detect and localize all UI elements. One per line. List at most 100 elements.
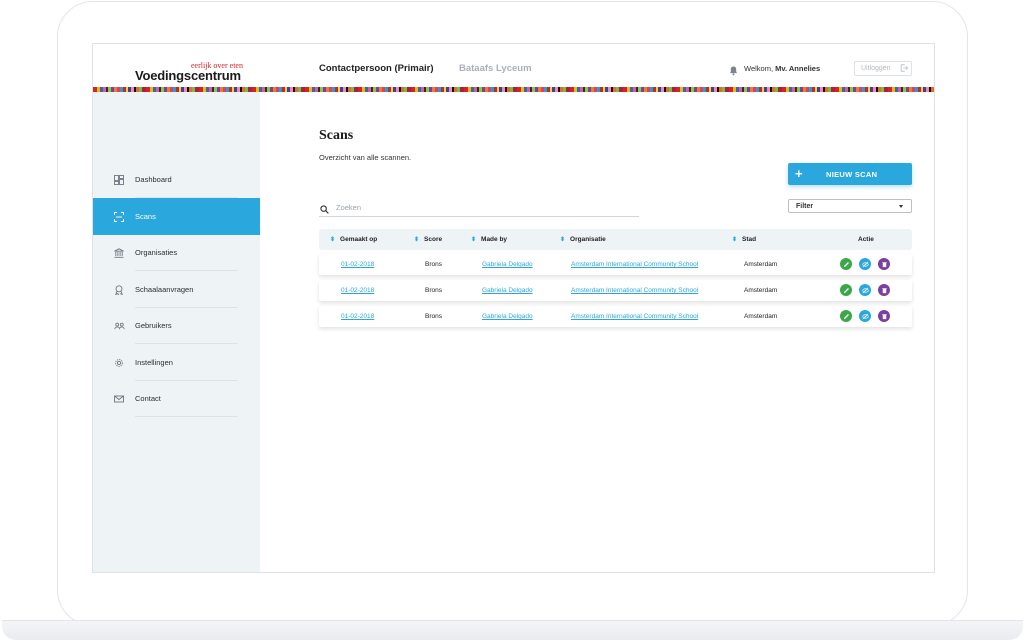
column-header-stad[interactable]: ⬍ Stad xyxy=(732,236,756,243)
trash-icon xyxy=(881,313,887,319)
scan-icon xyxy=(114,211,124,222)
nav-organisation[interactable]: Bataafs Lyceum xyxy=(459,63,532,74)
table-header: ⬍ Gemaakt op ⬍ Score ⬍ Made by ⬍ Organisatie… xyxy=(319,229,912,250)
pencil-icon xyxy=(843,287,849,293)
organisatie-link[interactable]: Amsterdam International Community School xyxy=(571,287,698,294)
made-by-link[interactable]: Gabriela Delgado xyxy=(482,287,533,294)
sidebar-item-label: Schaalaanvragen xyxy=(135,285,194,294)
organisatie-link[interactable]: Amsterdam International Community School xyxy=(571,313,698,320)
sidebar: Dashboard Scans Organisaties Schaalaanvr… xyxy=(93,92,260,572)
sidebar-item-instellingen[interactable]: Instellingen xyxy=(93,344,260,381)
table-row: 01-02-2018 Brons Gabriela Delgado Amster… xyxy=(319,306,912,327)
sidebar-item-label: Gebruikers xyxy=(135,321,172,330)
top-header: eerlijk over eten Voedingscentrum Contac… xyxy=(93,44,934,88)
sort-icon: ⬍ xyxy=(560,237,566,243)
chevron-down-icon xyxy=(899,205,903,208)
sidebar-item-label: Dashboard xyxy=(135,175,172,184)
date-link[interactable]: 01-02-2018 xyxy=(341,261,374,268)
column-header-date[interactable]: ⬍ Gemaakt op xyxy=(330,236,377,243)
column-header-label: Made by xyxy=(481,236,508,243)
eye-off-icon xyxy=(861,313,869,319)
sidebar-item-label: Contact xyxy=(135,394,161,403)
organisatie-link[interactable]: Amsterdam International Community School xyxy=(571,261,698,268)
trash-icon xyxy=(881,287,887,293)
sort-icon: ⬍ xyxy=(414,237,420,243)
column-header-label: Organisatie xyxy=(570,236,606,243)
bell-icon[interactable] xyxy=(729,63,738,76)
sidebar-item-label: Organisaties xyxy=(135,248,178,257)
app-window: eerlijk over eten Voedingscentrum Contac… xyxy=(92,43,935,573)
view-button[interactable] xyxy=(859,284,871,296)
sidebar-item-label: Instellingen xyxy=(135,358,173,367)
logout-button[interactable]: Uitloggen xyxy=(854,61,912,76)
made-by-link[interactable]: Gabriela Delgado xyxy=(482,261,533,268)
dashboard-icon xyxy=(114,174,124,185)
delete-button[interactable] xyxy=(878,310,890,322)
sidebar-item-dashboard[interactable]: Dashboard xyxy=(93,161,260,198)
edit-button[interactable] xyxy=(840,258,852,270)
view-button[interactable] xyxy=(859,310,871,322)
sidebar-item-label: Scans xyxy=(135,212,156,221)
column-header-made-by[interactable]: ⬍ Made by xyxy=(471,236,507,243)
main-content: Scans Overzicht van alle scannen. + NIEU… xyxy=(260,92,934,572)
column-header-label: Stad xyxy=(742,236,757,243)
stad-cell: Amsterdam xyxy=(744,261,778,268)
sidebar-item-organisaties[interactable]: Organisaties xyxy=(93,234,260,271)
filter-label: Filter xyxy=(796,202,814,210)
page-title: Scans xyxy=(319,128,354,143)
pencil-icon xyxy=(843,261,849,267)
search-input[interactable] xyxy=(336,200,626,214)
table-row: 01-02-2018 Brons Gabriela Delgado Amster… xyxy=(319,254,912,275)
column-header-label: Gemaakt op xyxy=(340,236,378,243)
welcome-user-name: Mv. Annelies xyxy=(775,64,821,73)
bank-icon xyxy=(114,247,124,258)
score-cell: Brons xyxy=(425,261,442,268)
sidebar-item-schaalaanvragen[interactable]: Schaalaanvragen xyxy=(93,271,260,308)
welcome-text: Welkom, Mv. Annelies xyxy=(744,64,820,73)
eye-off-icon xyxy=(861,261,869,267)
sidebar-item-scans[interactable]: Scans xyxy=(93,198,260,235)
new-scan-label: NIEUW SCAN xyxy=(826,169,878,179)
filter-select[interactable]: Filter xyxy=(788,199,912,213)
column-header-organisatie[interactable]: ⬍ Organisatie xyxy=(560,236,606,243)
page-subtitle: Overzicht van alle scannen. xyxy=(319,153,412,162)
sidebar-item-contact[interactable]: Contact xyxy=(93,380,260,417)
logout-icon xyxy=(900,63,908,74)
edit-button[interactable] xyxy=(840,284,852,296)
laptop-base xyxy=(2,620,1023,640)
award-icon xyxy=(114,284,124,295)
welcome-prefix: Welkom, xyxy=(744,64,774,73)
new-scan-button[interactable]: + NIEUW SCAN xyxy=(788,163,912,185)
delete-button[interactable] xyxy=(878,258,890,270)
stad-cell: Amsterdam xyxy=(744,313,778,320)
stad-cell: Amsterdam xyxy=(744,287,778,294)
table-row: 01-02-2018 Brons Gabriela Delgado Amster… xyxy=(319,280,912,301)
sidebar-divider xyxy=(135,416,238,417)
column-header-label: Score xyxy=(424,236,443,243)
date-link[interactable]: 01-02-2018 xyxy=(341,313,374,320)
nav-contactpersoon[interactable]: Contactpersoon (Primair) xyxy=(319,63,434,74)
column-header-score[interactable]: ⬍ Score xyxy=(414,236,442,243)
delete-button[interactable] xyxy=(878,284,890,296)
date-link[interactable]: 01-02-2018 xyxy=(341,287,374,294)
pencil-icon xyxy=(843,313,849,319)
eye-off-icon xyxy=(861,287,869,293)
made-by-link[interactable]: Gabriela Delgado xyxy=(482,313,533,320)
edit-button[interactable] xyxy=(840,310,852,322)
score-cell: Brons xyxy=(425,287,442,294)
users-icon xyxy=(114,321,125,331)
trash-icon xyxy=(881,261,887,267)
sort-icon: ⬍ xyxy=(732,237,738,243)
column-header-actie: Actie xyxy=(858,236,874,243)
sidebar-item-gebruikers[interactable]: Gebruikers xyxy=(93,307,260,344)
mail-icon xyxy=(114,394,124,404)
sort-icon: ⬍ xyxy=(330,237,336,243)
search-icon xyxy=(320,201,330,214)
score-cell: Brons xyxy=(425,313,442,320)
plus-icon: + xyxy=(795,166,803,181)
gear-icon xyxy=(114,358,124,368)
logout-label: Uitloggen xyxy=(861,65,891,72)
logo-name: Voedingscentrum xyxy=(135,68,241,83)
search-bar xyxy=(319,199,639,217)
view-button[interactable] xyxy=(859,258,871,270)
